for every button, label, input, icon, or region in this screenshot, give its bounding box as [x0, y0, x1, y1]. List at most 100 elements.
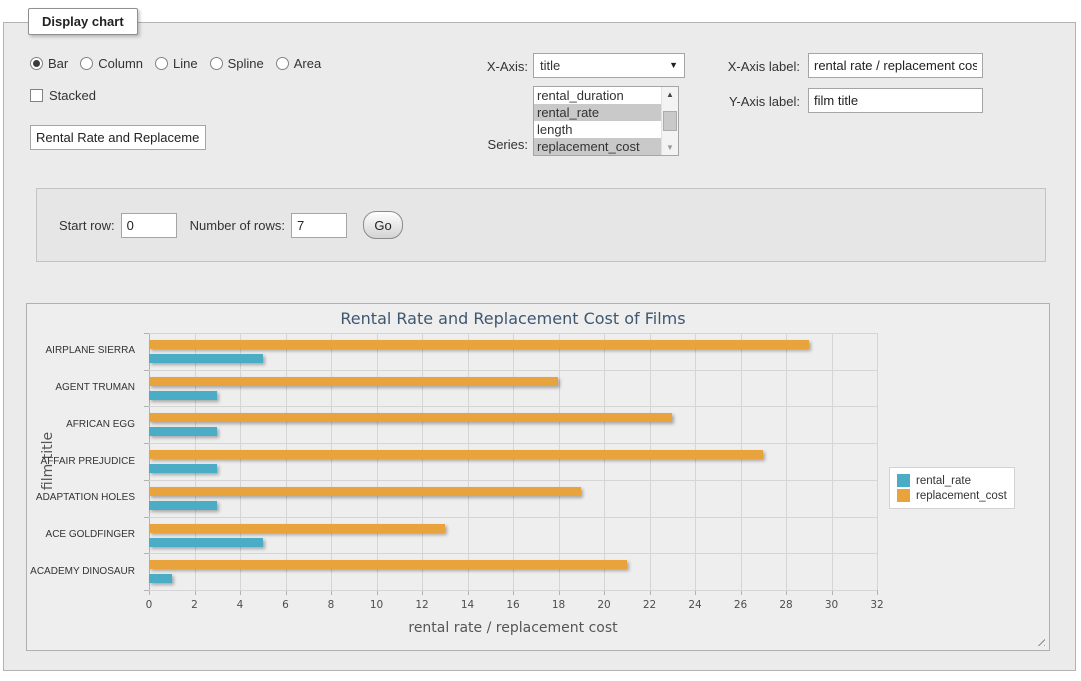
- category-label: AFFAIR PREJUDICE: [27, 456, 143, 467]
- y-tick-mark: [144, 370, 149, 371]
- y-tick-mark: [144, 553, 149, 554]
- gridline-vertical: [240, 333, 241, 590]
- chart-type-option-area[interactable]: Area: [276, 56, 321, 71]
- chart-type-label: Line: [173, 56, 198, 71]
- gridline-vertical: [513, 333, 514, 590]
- series-select[interactable]: rental_durationrental_ratelengthreplacem…: [533, 86, 679, 156]
- bar-rental_rate[interactable]: [149, 501, 217, 510]
- chart-legend: rental_rate replacement_cost: [889, 467, 1015, 509]
- chart-type-label: Spline: [228, 56, 264, 71]
- y-axis-label-input[interactable]: [808, 88, 983, 113]
- bar-rental_rate[interactable]: [149, 427, 217, 436]
- chart-type-option-spline[interactable]: Spline: [210, 56, 264, 71]
- category-label: AIRPLANE SIERRA: [27, 345, 143, 356]
- chart-type-label: Area: [294, 56, 321, 71]
- series-option-replacement_cost[interactable]: replacement_cost: [534, 138, 661, 155]
- x-tick-label: 16: [498, 599, 528, 611]
- x-axis-select[interactable]: title ▼: [533, 53, 685, 78]
- bar-replacement_cost[interactable]: [149, 377, 558, 386]
- chart-type-option-bar[interactable]: Bar: [30, 56, 68, 71]
- legend-swatch-icon: [897, 474, 910, 487]
- x-tick-mark: [877, 590, 878, 595]
- chart-type-option-column[interactable]: Column: [80, 56, 143, 71]
- x-tick-label: 24: [680, 599, 710, 611]
- x-tick-label: 10: [362, 599, 392, 611]
- x-axis-label-input[interactable]: [808, 53, 983, 78]
- x-tick-label: 12: [407, 599, 437, 611]
- y-tick-mark: [144, 406, 149, 407]
- x-tick-label: 20: [589, 599, 619, 611]
- go-button[interactable]: Go: [363, 211, 403, 239]
- number-of-rows-input[interactable]: [291, 213, 347, 238]
- bar-replacement_cost[interactable]: [149, 487, 581, 496]
- x-tick-label: 32: [862, 599, 892, 611]
- gridline-vertical: [832, 333, 833, 590]
- x-axis-select-label: X-Axis:: [430, 59, 528, 74]
- y-tick-mark: [144, 443, 149, 444]
- gridline-vertical: [604, 333, 605, 590]
- chart-title-input[interactable]: [30, 125, 206, 150]
- bar-replacement_cost[interactable]: [149, 560, 627, 569]
- gridline-vertical: [195, 333, 196, 590]
- chart-panel: Rental Rate and Replacement Cost of Film…: [26, 303, 1050, 651]
- scrollbar-track[interactable]: [662, 102, 678, 140]
- series-option-rental_rate[interactable]: rental_rate: [534, 104, 661, 121]
- bar-replacement_cost[interactable]: [149, 340, 809, 349]
- gridline-horizontal: [149, 370, 877, 371]
- series-select-label: Series:: [430, 137, 528, 152]
- dropdown-arrow-icon: ▼: [669, 61, 678, 70]
- radio-icon[interactable]: [210, 57, 223, 70]
- series-option-length[interactable]: length: [534, 121, 661, 138]
- rows-panel: Start row: Number of rows: Go: [36, 188, 1046, 262]
- series-scrollbar[interactable]: ▲ ▼: [661, 87, 678, 155]
- stacked-label: Stacked: [49, 88, 96, 103]
- x-axis-selected-value: title: [540, 58, 560, 73]
- chart-title: Rental Rate and Replacement Cost of Film…: [149, 309, 877, 328]
- category-label: ACADEMY DINOSAUR: [27, 566, 143, 577]
- x-tick-label: 14: [453, 599, 483, 611]
- bar-rental_rate[interactable]: [149, 574, 172, 583]
- gridline-vertical: [377, 333, 378, 590]
- x-tick-label: 26: [726, 599, 756, 611]
- gridline-vertical: [786, 333, 787, 590]
- legend-label: rental_rate: [916, 475, 971, 487]
- bar-replacement_cost[interactable]: [149, 524, 445, 533]
- bar-rental_rate[interactable]: [149, 391, 217, 400]
- x-tick-label: 18: [544, 599, 574, 611]
- y-tick-mark: [144, 590, 149, 591]
- gridline-vertical: [650, 333, 651, 590]
- radio-icon[interactable]: [30, 57, 43, 70]
- x-tick-label: 2: [180, 599, 210, 611]
- x-tick-label: 22: [635, 599, 665, 611]
- gridline-vertical: [695, 333, 696, 590]
- gridline-vertical: [286, 333, 287, 590]
- legend-item-rental_rate[interactable]: rental_rate: [897, 474, 1007, 487]
- legend-item-replacement_cost[interactable]: replacement_cost: [897, 489, 1007, 502]
- bar-rental_rate[interactable]: [149, 464, 217, 473]
- scrollbar-up-icon[interactable]: ▲: [662, 87, 678, 102]
- gridline-vertical: [331, 333, 332, 590]
- gridline-vertical: [559, 333, 560, 590]
- fieldset-legend: Display chart: [28, 8, 138, 35]
- number-of-rows-label: Number of rows:: [190, 218, 285, 233]
- resize-grip-icon[interactable]: [1034, 635, 1045, 646]
- stacked-checkbox[interactable]: [30, 89, 43, 102]
- gridline-horizontal: [149, 590, 877, 591]
- bar-replacement_cost[interactable]: [149, 450, 763, 459]
- stacked-checkbox-row[interactable]: Stacked: [30, 88, 96, 103]
- radio-icon[interactable]: [276, 57, 289, 70]
- start-row-input[interactable]: [121, 213, 177, 238]
- category-label: ADAPTATION HOLES: [27, 492, 143, 503]
- scrollbar-thumb[interactable]: [663, 111, 677, 131]
- bar-rental_rate[interactable]: [149, 354, 263, 363]
- scrollbar-down-icon[interactable]: ▼: [662, 140, 678, 155]
- bar-replacement_cost[interactable]: [149, 413, 672, 422]
- bar-rental_rate[interactable]: [149, 538, 263, 547]
- category-label: ACE GOLDFINGER: [27, 529, 143, 540]
- series-options: rental_durationrental_ratelengthreplacem…: [534, 87, 661, 155]
- radio-icon[interactable]: [155, 57, 168, 70]
- y-axis-line: [149, 333, 150, 590]
- series-option-rental_duration[interactable]: rental_duration: [534, 87, 661, 104]
- chart-type-option-line[interactable]: Line: [155, 56, 198, 71]
- radio-icon[interactable]: [80, 57, 93, 70]
